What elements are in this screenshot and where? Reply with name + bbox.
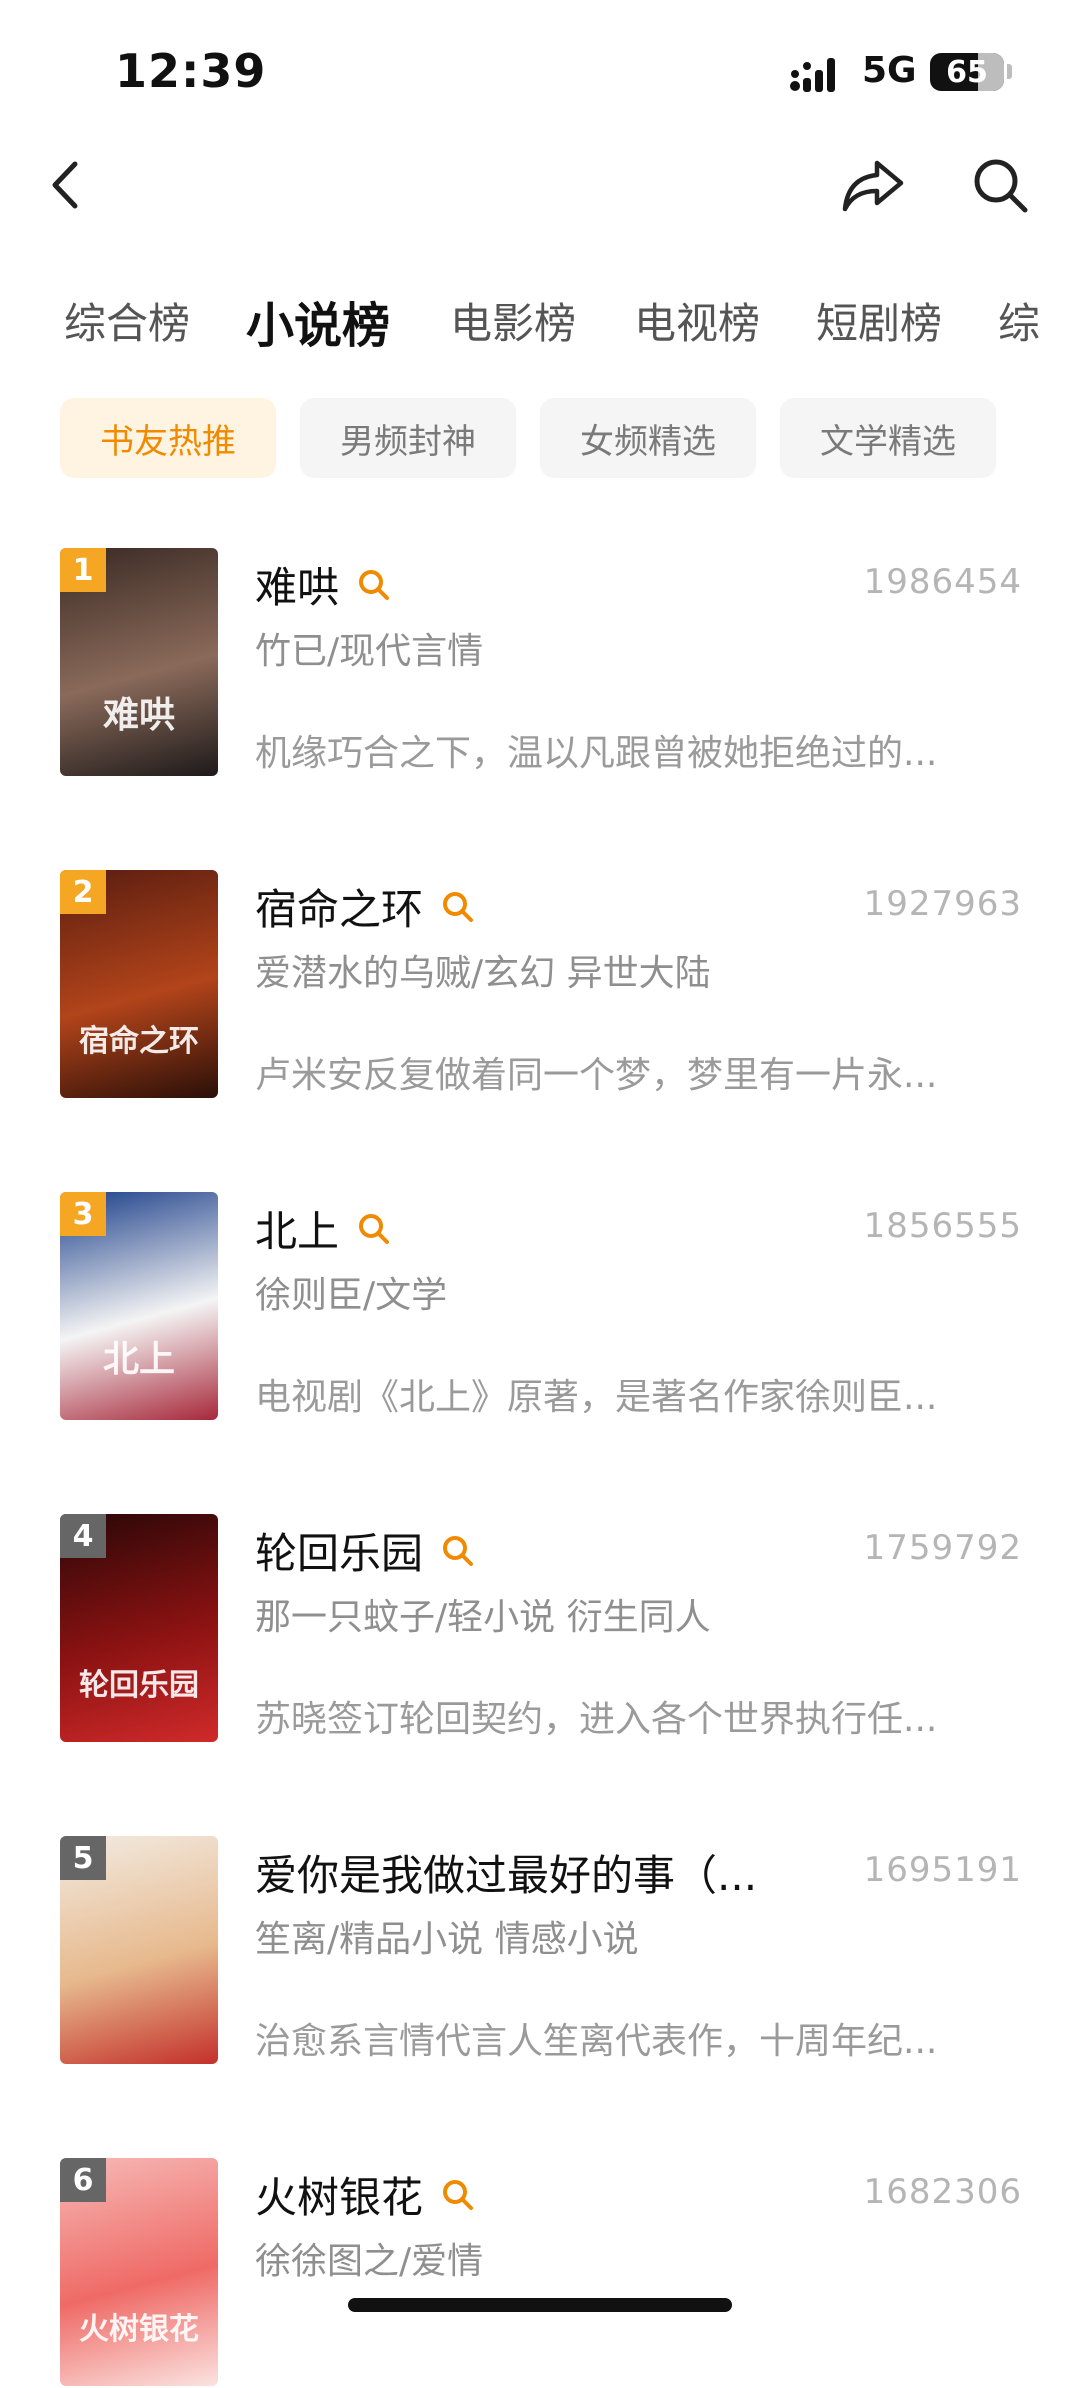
cover-art-text: 难哄: [102, 694, 175, 736]
back-button[interactable]: [20, 140, 110, 230]
battery-icon: 65: [930, 53, 1004, 91]
status-time: 12:39: [115, 44, 267, 98]
rank-badge: 5: [60, 1836, 106, 1880]
list-item[interactable]: 5 爱你是我做过最好的事（... 1695191 笙离/精品小说 情感小说 治愈…: [0, 1836, 1080, 2066]
search-icon[interactable]: [441, 1534, 475, 1568]
book-cover[interactable]: 4 轮回乐园: [60, 1514, 218, 1742]
rank-badge: 6: [60, 2158, 106, 2202]
title-row: 北上: [255, 1198, 391, 1259]
list-item[interactable]: 1 难哄 难哄 1986454 竹已/现代言情 机缘巧合之下，温以凡跟曾被她拒绝…: [0, 548, 1080, 778]
cover-art-text: 北上: [102, 1338, 175, 1380]
book-cover[interactable]: 6 火树银花: [60, 2158, 218, 2386]
book-description: 电视剧《北上》原著，是著名作家徐则臣...: [255, 1377, 938, 1418]
tab-movie[interactable]: 电影榜: [450, 290, 576, 351]
heat-count: 1695191: [863, 1850, 1022, 1890]
book-cover[interactable]: 5: [60, 1836, 218, 2064]
cellular-signal-icon: [790, 58, 835, 92]
heat-count: 1986454: [863, 562, 1022, 602]
chevron-left-icon: [52, 161, 78, 209]
search-icon[interactable]: [441, 890, 475, 924]
book-meta: 笙离/精品小说 情感小说: [255, 1919, 639, 1960]
search-icon[interactable]: [357, 568, 391, 602]
chip-literature-picks[interactable]: 文学精选: [780, 398, 996, 478]
share-button[interactable]: [828, 140, 918, 230]
ranking-tabs: 综合榜 小说榜 电影榜 电视榜 短剧榜 综: [0, 290, 1080, 370]
tab-composite[interactable]: 综合榜: [64, 290, 190, 351]
book-cover[interactable]: 3 北上: [60, 1192, 218, 1420]
chip-male-picks[interactable]: 男频封神: [300, 398, 516, 478]
list-item[interactable]: 4 轮回乐园 轮回乐园 1759792 那一只蚊子/轻小说 衍生同人 苏晓签订轮…: [0, 1514, 1080, 1744]
status-bar: 12:39 5G 65: [0, 0, 1080, 130]
book-title[interactable]: 难哄: [255, 554, 339, 615]
book-description: 机缘巧合之下，温以凡跟曾被她拒绝过的...: [255, 733, 938, 774]
home-indicator[interactable]: [348, 2298, 732, 2312]
battery-tip: [1007, 64, 1012, 79]
book-meta: 爱潜水的乌贼/玄幻 异世大陆: [255, 953, 711, 994]
cover-art-text: 宿命之环: [79, 1024, 199, 1059]
chip-female-picks[interactable]: 女频精选: [540, 398, 756, 478]
tab-tv[interactable]: 电视榜: [634, 290, 760, 351]
search-icon[interactable]: [357, 1212, 391, 1246]
battery-percent: 65: [946, 55, 988, 90]
heat-count: 1927963: [863, 884, 1022, 924]
heat-count: 1856555: [863, 1206, 1022, 1246]
search-button[interactable]: [955, 140, 1045, 230]
rank-badge: 3: [60, 1192, 106, 1236]
book-cover[interactable]: 1 难哄: [60, 548, 218, 776]
title-row: 难哄: [255, 554, 391, 615]
book-title[interactable]: 火树银花: [255, 2164, 423, 2225]
heat-count: 1759792: [863, 1528, 1022, 1568]
title-row: 火树银花: [255, 2164, 475, 2225]
network-type: 5G: [862, 50, 917, 91]
book-title[interactable]: 北上: [255, 1198, 339, 1259]
title-row: 轮回乐园: [255, 1520, 475, 1581]
filter-chips: 书友热推 男频封神 女频精选 文学精选: [0, 398, 1080, 480]
book-cover[interactable]: 2 宿命之环: [60, 870, 218, 1098]
tab-short-drama[interactable]: 短剧榜: [816, 290, 942, 351]
list-item[interactable]: 3 北上 北上 1856555 徐则臣/文学 电视剧《北上》原著，是著名作家徐则…: [0, 1192, 1080, 1422]
search-icon: [974, 159, 1028, 213]
book-description: 苏晓签订轮回契约，进入各个世界执行任...: [255, 1699, 938, 1740]
cover-art-text: 火树银花: [79, 2312, 199, 2347]
heat-count: 1682306: [863, 2172, 1022, 2212]
list-item[interactable]: 6 火树银花 火树银花 1682306 徐徐图之/爱情: [0, 2158, 1080, 2388]
book-description: 治愈系言情代言人笙离代表作，十周年纪...: [255, 2021, 938, 2062]
search-icon[interactable]: [441, 2178, 475, 2212]
tab-novel[interactable]: 小说榜: [246, 290, 390, 356]
nav-bar: [0, 140, 1080, 240]
rank-badge: 1: [60, 548, 106, 592]
book-meta: 徐则臣/文学: [255, 1275, 448, 1316]
title-row: 宿命之环: [255, 876, 475, 937]
list-item[interactable]: 2 宿命之环 宿命之环 1927963 爱潜水的乌贼/玄幻 异世大陆 卢米安反复…: [0, 870, 1080, 1100]
book-title[interactable]: 爱你是我做过最好的事（...: [255, 1842, 757, 1903]
title-row: 爱你是我做过最好的事（...: [255, 1842, 757, 1903]
rank-badge: 2: [60, 870, 106, 914]
book-description: 卢米安反复做着同一个梦，梦里有一片永...: [255, 1055, 938, 1096]
book-title[interactable]: 轮回乐园: [255, 1520, 423, 1581]
book-title[interactable]: 宿命之环: [255, 876, 423, 937]
cover-art-text: 轮回乐园: [79, 1668, 199, 1703]
book-meta: 那一只蚊子/轻小说 衍生同人: [255, 1597, 711, 1638]
book-meta: 竹已/现代言情: [255, 631, 484, 672]
chip-reader-picks[interactable]: 书友热推: [60, 398, 276, 478]
book-meta: 徐徐图之/爱情: [255, 2241, 484, 2282]
share-icon: [842, 160, 904, 212]
rank-badge: 4: [60, 1514, 106, 1558]
tab-variety[interactable]: 综: [998, 290, 1040, 351]
